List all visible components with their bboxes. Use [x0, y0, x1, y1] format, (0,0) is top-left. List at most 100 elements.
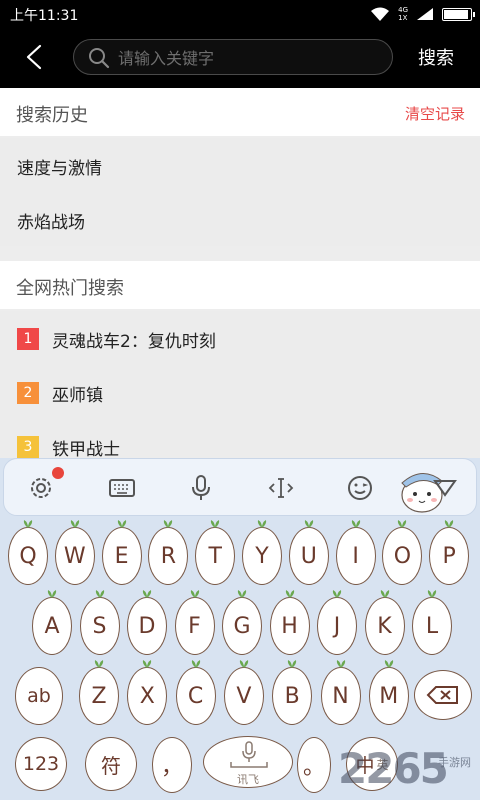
spacebar-key[interactable]: 讯飞 [203, 736, 293, 788]
key-letter-label: G [233, 613, 251, 639]
key-letter[interactable]: Q [8, 520, 48, 585]
history-item[interactable]: 速度与激情 [0, 138, 480, 192]
leaf-icon [304, 520, 313, 528]
leaf-icon [427, 590, 437, 598]
key-letter[interactable]: O [382, 520, 423, 585]
key-letter[interactable]: L [412, 590, 452, 655]
leaf-icon [95, 590, 104, 598]
leaf-icon [336, 660, 345, 668]
key-letter[interactable]: T [195, 520, 236, 585]
key-letter[interactable]: C [175, 660, 216, 725]
leaf-icon [257, 520, 267, 528]
leaf-icon [211, 520, 220, 528]
hot-search-label: 铁甲战士 [52, 440, 120, 460]
shift-key[interactable]: ab [15, 667, 63, 725]
key-letter-label: R [160, 543, 177, 569]
key-letter[interactable]: R [148, 520, 189, 585]
key-letter[interactable]: W [54, 520, 95, 585]
key-letter[interactable]: P [429, 520, 470, 585]
key-letter-label: F [188, 613, 201, 639]
key-letter[interactable]: Y [242, 520, 282, 585]
period-key[interactable]: 。 [297, 737, 331, 793]
key-letter-label: S [92, 613, 107, 639]
keyboard-toolbar [3, 458, 477, 516]
key-letter[interactable]: B [272, 660, 313, 725]
key-letter[interactable]: D [127, 590, 167, 655]
key-letter-label: T [208, 543, 222, 569]
key-letter[interactable]: U [288, 520, 329, 585]
watermark: 2265 手游网 [338, 744, 480, 800]
status-icons: 4G 1X [370, 4, 475, 24]
key-letter-label: L [425, 613, 439, 639]
keyboard-icon[interactable] [107, 473, 137, 503]
search-icon [89, 48, 110, 69]
leaf-icon [380, 590, 389, 598]
hot-search-item[interactable]: 2 巫师镇 [0, 365, 480, 419]
leaf-icon [384, 660, 393, 668]
cursor-icon[interactable] [266, 473, 296, 503]
key-letter-label: C [187, 683, 204, 709]
microphone-icon [242, 741, 256, 762]
key-letter-label: U [300, 543, 317, 569]
leaf-icon [190, 590, 199, 598]
key-letter[interactable]: A [32, 590, 72, 655]
search-input[interactable] [118, 46, 378, 70]
key-letter-label: V [236, 683, 252, 709]
leaf-icon [143, 660, 152, 668]
key-letter[interactable]: E [101, 520, 142, 585]
period-key-label: 。 [302, 755, 325, 780]
battery-icon [442, 7, 475, 21]
key-letter-label: Q [19, 543, 37, 569]
key-letter[interactable]: H [269, 590, 310, 655]
key-letter-label: X [139, 683, 155, 709]
leaf-icon [285, 590, 294, 598]
history-item[interactable]: 赤焰战场 [0, 192, 480, 246]
key-letter[interactable]: K [364, 590, 405, 655]
rank-badge: 3 [17, 436, 39, 458]
key-letter[interactable]: Z [79, 660, 119, 725]
back-arrow-icon[interactable] [18, 40, 50, 74]
symbol-key[interactable]: 符 [85, 737, 137, 791]
search-button[interactable]: 搜索 [418, 44, 454, 70]
leaf-icon [239, 660, 249, 668]
leaf-icon [117, 520, 126, 528]
comma-key[interactable]: ， [152, 737, 192, 793]
key-letter[interactable]: I [335, 520, 376, 585]
shift-key-label: ab [27, 685, 51, 707]
key-letter[interactable]: V [223, 660, 264, 725]
emoji-icon[interactable] [345, 473, 375, 503]
notification-dot [52, 467, 64, 479]
key-letter[interactable]: F [174, 590, 215, 655]
hot-search-label: 灵魂战车2：复仇时刻 [52, 332, 216, 352]
hot-search-item[interactable]: 1 灵魂战车2：复仇时刻 [0, 311, 480, 365]
hide-keyboard-icon[interactable] [430, 473, 460, 503]
key-letter-label: P [442, 543, 456, 569]
hot-search-title: 全网热门搜索 [16, 278, 124, 299]
key-letter-label: W [63, 543, 86, 569]
leaf-icon [191, 660, 200, 668]
symbol-key-label: 符 [101, 753, 121, 778]
key-letter[interactable]: S [79, 590, 120, 655]
wifi-icon [371, 7, 390, 21]
key-letter[interactable]: M [368, 660, 409, 725]
hot-search-label: 巫师镇 [52, 386, 103, 406]
key-letter-label: H [281, 613, 298, 639]
settings-icon[interactable] [26, 473, 56, 503]
watermark-logo: 2265 [338, 744, 449, 793]
key-letter[interactable]: N [320, 660, 361, 725]
number-mode-key[interactable]: 123 [15, 737, 67, 791]
space-bar-icon [230, 762, 268, 768]
key-letter[interactable]: J [317, 590, 357, 655]
network-type-label: 4G 1X [398, 6, 408, 22]
microphone-icon[interactable] [186, 473, 216, 503]
key-letter-label: A [44, 613, 60, 639]
history-title: 搜索历史 [16, 105, 88, 126]
key-letter-label: K [377, 613, 392, 639]
battery-level [444, 9, 468, 19]
clear-history-button[interactable]: 清空记录 [405, 103, 465, 124]
key-letter[interactable]: X [127, 660, 168, 725]
key-letter[interactable]: G [222, 590, 262, 655]
rank-badge: 1 [17, 328, 39, 350]
backspace-key[interactable] [414, 670, 472, 720]
search-box[interactable] [73, 39, 393, 75]
